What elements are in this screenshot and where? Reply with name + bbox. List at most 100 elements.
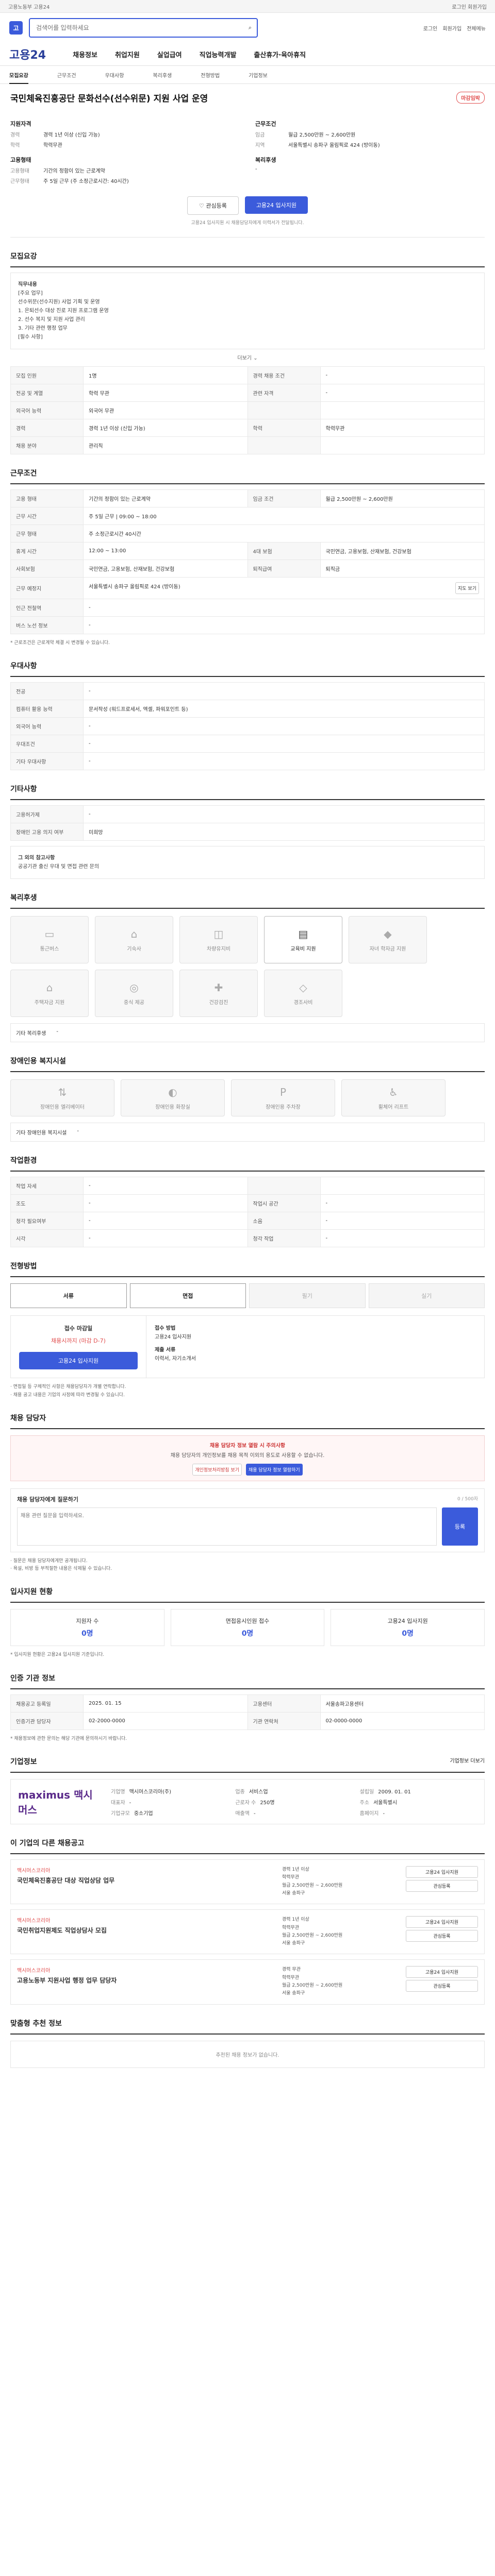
section-title: 맞춤형 추천 정보 xyxy=(10,2018,485,2035)
job-interest-button[interactable]: 관심등록 xyxy=(406,1980,478,1992)
cell-value: - xyxy=(320,1229,485,1248)
cell-label: 근무 시간 xyxy=(10,507,84,525)
expand-button[interactable]: 더보기 ⌄ xyxy=(10,353,485,361)
tab-company[interactable]: 기업정보 xyxy=(249,71,268,79)
qual-label: 경력 xyxy=(10,132,20,138)
company-more-link[interactable]: 기업정보 더보기 xyxy=(450,1756,485,1767)
job-apply-button[interactable]: 고용24 입사지원 xyxy=(406,1866,478,1878)
section-title: 복리후생 xyxy=(10,892,485,909)
tab-process[interactable]: 전형방법 xyxy=(201,71,220,79)
util-join[interactable]: 회원가입 xyxy=(442,24,461,32)
tile-label: 주택자금 지원 xyxy=(34,999,65,1006)
field-label: 기업규모 xyxy=(111,1810,130,1817)
cell-label: 컴퓨터 활용 능력 xyxy=(10,700,84,718)
tab-work[interactable]: 근무조건 xyxy=(57,71,76,79)
apply-button-bottom[interactable]: 고용24 입사지원 xyxy=(19,1352,138,1370)
cond-value: 서울특별시 송파구 올림픽로 424 (방이동) xyxy=(288,143,380,148)
gnb-jobs[interactable]: 채용정보 xyxy=(73,52,97,59)
view-contact-button[interactable]: 채용 담당자 정보 열람하기 xyxy=(246,1463,303,1476)
cell-label: 경력 xyxy=(10,419,84,437)
docs-value: 이력서, 자기소개서 xyxy=(155,1356,196,1362)
tab-pref[interactable]: 우대사항 xyxy=(105,71,124,79)
list-item[interactable]: 맥시머스코리아 고용노동부 지원사업 행정 업무 담당자 경력 무관 학력무관 월급 … xyxy=(10,1959,485,2005)
table-row: 우대조건 - xyxy=(10,735,485,753)
status-label: 지원자 수 xyxy=(76,1618,99,1625)
util-login[interactable]: 로그인 xyxy=(423,24,438,32)
tab-recruit[interactable]: 모집요강 xyxy=(9,71,28,84)
search-icon[interactable]: ⌕ xyxy=(249,24,252,31)
apply-info: 접수 마감일 채용시까지 (마감 D-7) 고용24 입사지원 접수 방법 고용… xyxy=(10,1315,485,1379)
table-row: 근무 시간 주 5일 근무 | 09:00 ~ 18:00 xyxy=(10,507,485,525)
qa-counter: 0 / 500자 xyxy=(457,1496,478,1502)
top-bar-left: 고용노동부 고용24 xyxy=(8,4,50,10)
deadline-label: 접수 마감일 xyxy=(64,1325,93,1332)
pref-table: 전공 - 컴퓨터 활용 능력 문서작성 (워드프로세서, 엑셀, 파워포인트 등) … xyxy=(10,682,485,771)
gnb-leave[interactable]: 출산휴가·육아휴직 xyxy=(254,52,306,59)
qual-value: 학력무관 xyxy=(43,143,62,148)
qa-title: 채용 담당자에게 질문하기 xyxy=(17,1496,78,1503)
top-bar-right[interactable]: 로그인 회원가입 xyxy=(452,3,487,10)
gnb-employment-support[interactable]: 취업지원 xyxy=(115,52,140,59)
table-row: 근무 형태 주 소정근로시간 40시간 xyxy=(10,524,485,543)
tile-label: 장애인용 화장실 xyxy=(155,1104,190,1110)
cell-value xyxy=(320,401,485,419)
section-process: 전형방법 서류 면접 필기 실기 접수 마감일 채용시까지 (마감 D-7) 고… xyxy=(10,1261,485,1399)
section-tabs: 모집요강 근무조건 우대사항 복리후생 전형방법 기업정보 xyxy=(0,66,495,84)
job-apply-button[interactable]: 고용24 입사지원 xyxy=(406,1966,478,1978)
cell-label: 근무 형태 xyxy=(10,524,84,543)
meal-icon: ◎ xyxy=(129,981,139,994)
job-item-title[interactable]: 국민취업지원제도 직업상담사 모집 xyxy=(17,1926,272,1935)
cell-value: 학력 무관 xyxy=(83,384,248,402)
job-title: 국민체육진흥공단 문화선수(선수위문) 지원 사업 운영 xyxy=(10,94,208,104)
gnb-training[interactable]: 직업능력개발 xyxy=(200,52,237,59)
wheelchair-icon: ♿ xyxy=(389,1086,398,1098)
job-interest-button[interactable]: 관심등록 xyxy=(406,1880,478,1892)
warning-title: 채용 담당자 정보 열람 시 주의사항 xyxy=(209,1443,286,1449)
cond-value: 월급 2,500만원 ~ 2,600만원 xyxy=(288,132,356,138)
gnb-unemployment[interactable]: 실업급여 xyxy=(157,52,182,59)
privacy-button[interactable]: 개인정보처리방침 보기 xyxy=(192,1463,242,1476)
qa-submit-button[interactable]: 등록 xyxy=(442,1507,478,1546)
field-value: 서울특별시 xyxy=(373,1800,398,1806)
welfare-tile: ◫ 차량유지비 xyxy=(179,916,258,964)
cell-label: 경력 채용 조건 xyxy=(247,366,321,384)
list-item[interactable]: 맥시머스코리아 국민체육진흥공단 대상 직업상담 업무 경력 1년 이상 학력무관 월… xyxy=(10,1859,485,1905)
job-item-title[interactable]: 국민체육진흥공단 대상 직업상담 업무 xyxy=(17,1876,272,1885)
section-title: 기업정보 xyxy=(10,1758,37,1767)
section-title: 작업환경 xyxy=(10,1155,485,1172)
home-loan-icon: ⌂ xyxy=(46,981,53,994)
recruit-table: 모집 인원 1명 경력 채용 조건 - 전공 및 계열 학력 무관 관련 자격 - 외국어 … xyxy=(10,366,485,454)
search-input[interactable] xyxy=(35,24,249,32)
emp-label: 고용형태 xyxy=(10,168,29,174)
job-meta: 월급 2,500만원 ~ 2,600만원 xyxy=(282,1933,343,1938)
table-row: 버스 노선 정보 - xyxy=(10,616,485,634)
note-line: · 욕설, 비방 등 부적절한 내용은 삭제될 수 있습니다. xyxy=(10,1566,112,1572)
section-recommend: 맞춤형 추천 정보 추천된 채용 정보가 없습니다. xyxy=(10,2018,485,2068)
cell-value: - xyxy=(83,752,485,771)
map-button[interactable]: 지도 보기 xyxy=(455,582,479,594)
list-item[interactable]: 맥시머스코리아 국민취업지원제도 직업상담사 모집 경력 1년 이상 학력무관 월급 … xyxy=(10,1909,485,1955)
cell-label: 인증기관 담당자 xyxy=(10,1711,84,1730)
job-apply-button[interactable]: 고용24 입사지원 xyxy=(406,1916,478,1928)
cell-label: 작업 자세 xyxy=(10,1177,84,1195)
job-description-box: 직무내용 [주요 업무] 선수위문(선수지원) 사업 기획 및 운영 1. 은퇴… xyxy=(10,273,485,349)
cell-label: 고용허가제 xyxy=(10,805,84,824)
work-table: 고용 형태 기간의 정함이 있는 근로계약 임금 조건 월급 2,500만원 ~ 2,… xyxy=(10,489,485,634)
cell-value: 퇴직금 xyxy=(320,560,485,578)
welfare-tile: ⌂ 기숙사 xyxy=(95,916,173,964)
cell-value: 국민연금, 고용보험, 산재보험, 건강보험 xyxy=(83,560,248,578)
job-interest-button[interactable]: 관심등록 xyxy=(406,1930,478,1942)
util-allmenu[interactable]: 전체메뉴 xyxy=(467,24,486,32)
table-row: 외국어 능력 - xyxy=(10,717,485,736)
status-value: 0명 xyxy=(241,1630,254,1638)
tab-welfare[interactable]: 복리후생 xyxy=(153,71,172,79)
facility-tile: ♿ 휠체어 리프트 xyxy=(341,1079,446,1117)
qa-textarea[interactable] xyxy=(17,1507,437,1546)
apply-button[interactable]: 고용24 입사지원 xyxy=(244,196,308,214)
interest-button[interactable]: ♡ 관심등록 xyxy=(187,196,239,215)
site-logo[interactable]: 고 xyxy=(9,21,23,35)
brand-name[interactable]: 고용24 xyxy=(9,46,46,62)
facility-tile: ⇅ 장애인용 엘리베이터 xyxy=(10,1079,114,1117)
cond-label: 임금 xyxy=(255,132,265,138)
job-item-title[interactable]: 고용노동부 지원사업 행정 업무 담당자 xyxy=(17,1976,272,1985)
